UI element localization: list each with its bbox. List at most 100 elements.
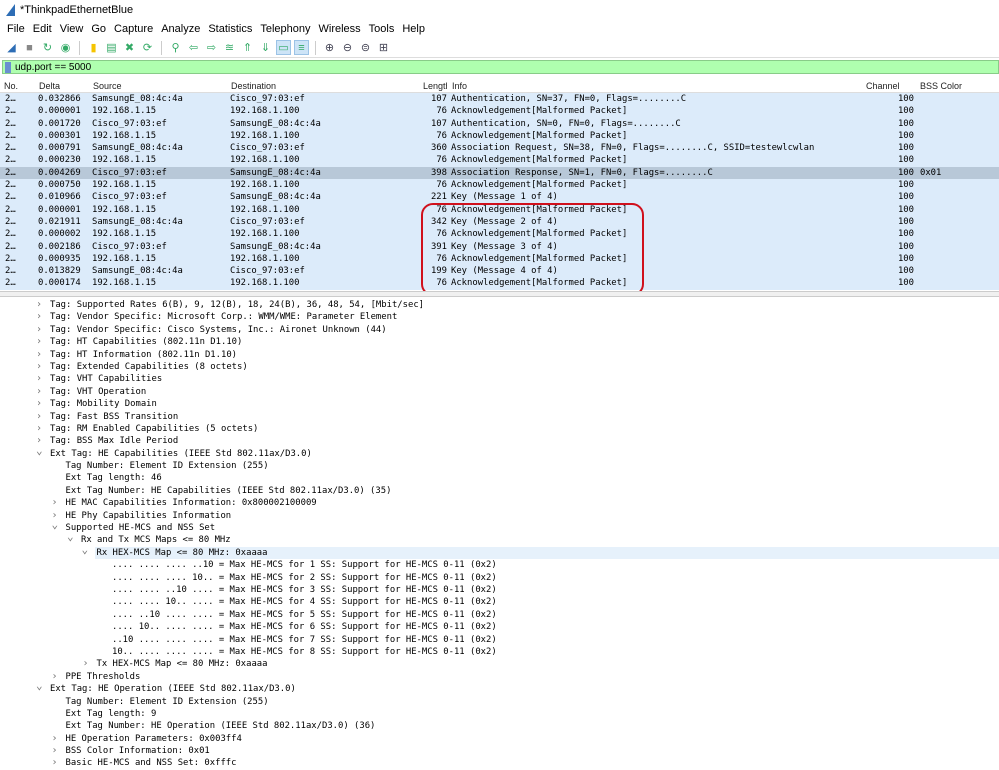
open-file-icon[interactable]: ▮ [86, 40, 101, 55]
tree-item[interactable]: ›PPE Thresholds [0, 671, 999, 683]
tree-item[interactable]: ›Tag: VHT Operation [0, 386, 999, 398]
tree-item[interactable]: ›Tag: VHT Capabilities [0, 373, 999, 385]
packet-row[interactable]: 2…0.032866SamsungE_08:4c:4aCisco_97:03:e… [0, 93, 999, 105]
expanded-chevron-icon[interactable]: ⌄ [52, 519, 59, 531]
col-bss-color[interactable]: BSS Color [920, 81, 962, 91]
collapsed-chevron-icon[interactable]: › [83, 658, 89, 670]
back-icon[interactable]: ⇦ [186, 40, 201, 55]
tree-item[interactable]: ›Tag: Fast BSS Transition [0, 411, 999, 423]
tree-item[interactable]: .... .... ..10 .... = Max HE-MCS for 3 S… [0, 584, 999, 596]
tree-item[interactable]: ›Basic HE-MCS and NSS Set: 0xfffc [0, 757, 999, 769]
tree-item[interactable]: ›Tag: Mobility Domain [0, 398, 999, 410]
stop-icon[interactable]: ■ [22, 40, 37, 55]
tree-item[interactable]: .... 10.. .... .... = Max HE-MCS for 6 S… [0, 621, 999, 633]
tree-item[interactable]: ›Tag: Extended Capabilities (8 octets) [0, 361, 999, 373]
autoscroll-icon[interactable]: ▭ [276, 40, 291, 55]
normal-size-icon[interactable]: ⊜ [358, 40, 373, 55]
collapsed-chevron-icon[interactable]: › [36, 336, 42, 348]
col-delta[interactable]: Delta [39, 81, 60, 91]
col-length[interactable]: Length [423, 81, 447, 91]
forward-icon[interactable]: ⇨ [204, 40, 219, 55]
collapsed-chevron-icon[interactable]: › [36, 398, 42, 410]
colorize-icon[interactable]: ≡ [294, 40, 309, 55]
display-filter-input[interactable]: udp.port == 5000 [15, 62, 91, 73]
packet-row[interactable]: 2…0.001720Cisco_97:03:efSamsungE_08:4c:4… [0, 118, 999, 130]
collapsed-chevron-icon[interactable]: › [36, 299, 42, 311]
packet-row[interactable]: 2…0.000750192.168.1.15192.168.1.10076Ack… [0, 179, 999, 191]
menu-edit[interactable]: Edit [30, 23, 57, 35]
display-filter-bar[interactable]: udp.port == 5000 [2, 60, 999, 74]
shark-fin-start-icon[interactable]: ◢ [4, 40, 19, 55]
packet-row[interactable]: 2…0.010966Cisco_97:03:efSamsungE_08:4c:4… [0, 191, 999, 203]
go-to-packet-icon[interactable]: ≊ [222, 40, 237, 55]
collapsed-chevron-icon[interactable]: › [36, 324, 42, 336]
collapsed-chevron-icon[interactable]: › [36, 373, 42, 385]
save-file-icon[interactable]: ▤ [104, 40, 119, 55]
tree-item[interactable]: ›HE MAC Capabilities Information: 0x8000… [0, 497, 999, 509]
collapsed-chevron-icon[interactable]: › [36, 361, 42, 373]
reload-icon[interactable]: ⟳ [140, 40, 155, 55]
pane-splitter[interactable] [0, 291, 999, 297]
tree-item[interactable]: ›Tag: HT Capabilities (802.11n D1.10) [0, 336, 999, 348]
tree-item[interactable]: .... .... .... 10.. = Max HE-MCS for 2 S… [0, 572, 999, 584]
tree-item[interactable]: ⌄Ext Tag: HE Operation (IEEE Std 802.11a… [0, 683, 999, 695]
tree-item[interactable]: Ext Tag Number: HE Capabilities (IEEE St… [0, 485, 999, 497]
close-file-icon[interactable]: ✖ [122, 40, 137, 55]
menu-view[interactable]: View [57, 23, 89, 35]
tree-item[interactable]: ⌄Rx and Tx MCS Maps <= 80 MHz [0, 534, 999, 546]
tree-item[interactable]: ›Tag: Supported Rates 6(B), 9, 12(B), 18… [0, 299, 999, 311]
collapsed-chevron-icon[interactable]: › [36, 411, 42, 423]
col-source[interactable]: Source [93, 81, 122, 91]
tree-item[interactable]: Tag Number: Element ID Extension (255) [0, 696, 999, 708]
tree-item[interactable]: 10.. .... .... .... = Max HE-MCS for 8 S… [0, 646, 999, 658]
tree-item[interactable]: ›Tag: BSS Max Idle Period [0, 435, 999, 447]
tree-item[interactable]: .... .... .... ..10 = Max HE-MCS for 1 S… [0, 559, 999, 571]
tree-item[interactable]: ›Tag: HT Information (802.11n D1.10) [0, 349, 999, 361]
menu-statistics[interactable]: Statistics [205, 23, 257, 35]
packet-row[interactable]: 2…0.000301192.168.1.15192.168.1.10076Ack… [0, 130, 999, 142]
collapsed-chevron-icon[interactable]: › [52, 757, 58, 769]
tree-item[interactable]: Ext Tag length: 46 [0, 472, 999, 484]
tree-item[interactable]: .... ..10 .... .... = Max HE-MCS for 5 S… [0, 609, 999, 621]
menu-wireless[interactable]: Wireless [316, 23, 366, 35]
collapsed-chevron-icon[interactable]: › [36, 423, 42, 435]
tree-item[interactable]: Ext Tag length: 9 [0, 708, 999, 720]
collapsed-chevron-icon[interactable]: › [52, 497, 58, 509]
zoom-in-icon[interactable]: ⊕ [322, 40, 337, 55]
packet-row[interactable]: 2…0.000001192.168.1.15192.168.1.10076Ack… [0, 105, 999, 117]
expanded-chevron-icon[interactable]: ⌄ [36, 445, 43, 457]
col-channel[interactable]: Channel [866, 81, 900, 91]
packet-row[interactable]: 2…0.004269Cisco_97:03:efSamsungE_08:4c:4… [0, 167, 999, 179]
packet-row[interactable]: 2…0.000230192.168.1.15192.168.1.10076Ack… [0, 154, 999, 166]
tree-item[interactable]: ..10 .... .... .... = Max HE-MCS for 7 S… [0, 634, 999, 646]
col-info[interactable]: Info [452, 81, 467, 91]
collapsed-chevron-icon[interactable]: › [36, 311, 42, 323]
first-packet-icon[interactable]: ⇑ [240, 40, 255, 55]
col-no[interactable]: No. [4, 81, 18, 91]
collapsed-chevron-icon[interactable]: › [36, 386, 42, 398]
menu-help[interactable]: Help [399, 23, 430, 35]
bookmark-icon[interactable] [5, 62, 11, 73]
resize-columns-icon[interactable]: ⊞ [376, 40, 391, 55]
tree-item[interactable]: ›HE Operation Parameters: 0x003ff4 [0, 733, 999, 745]
tree-item[interactable]: .... .... 10.. .... = Max HE-MCS for 4 S… [0, 596, 999, 608]
menu-telephony[interactable]: Telephony [257, 23, 315, 35]
tree-item[interactable]: Tag Number: Element ID Extension (255) [0, 460, 999, 472]
tree-item[interactable]: ⌄Ext Tag: HE Capabilities (IEEE Std 802.… [0, 448, 999, 460]
restart-icon[interactable]: ↻ [40, 40, 55, 55]
col-destination[interactable]: Destination [231, 81, 276, 91]
tree-item[interactable]: Ext Tag Number: HE Operation (IEEE Std 8… [0, 720, 999, 732]
tree-item[interactable]: ›Tag: RM Enabled Capabilities (5 octets) [0, 423, 999, 435]
packet-row[interactable]: 2…0.000791SamsungE_08:4c:4aCisco_97:03:e… [0, 142, 999, 154]
menu-go[interactable]: Go [88, 23, 111, 35]
collapsed-chevron-icon[interactable]: › [36, 349, 42, 361]
tree-item[interactable]: ›HE Phy Capabilities Information [0, 510, 999, 522]
find-icon[interactable]: ⚲ [168, 40, 183, 55]
menu-file[interactable]: File [4, 23, 30, 35]
menu-capture[interactable]: Capture [111, 23, 158, 35]
zoom-out-icon[interactable]: ⊖ [340, 40, 355, 55]
last-packet-icon[interactable]: ⇓ [258, 40, 273, 55]
expanded-chevron-icon[interactable]: ⌄ [82, 544, 89, 556]
tree-item[interactable]: ›BSS Color Information: 0x01 [0, 745, 999, 757]
menu-tools[interactable]: Tools [366, 23, 400, 35]
